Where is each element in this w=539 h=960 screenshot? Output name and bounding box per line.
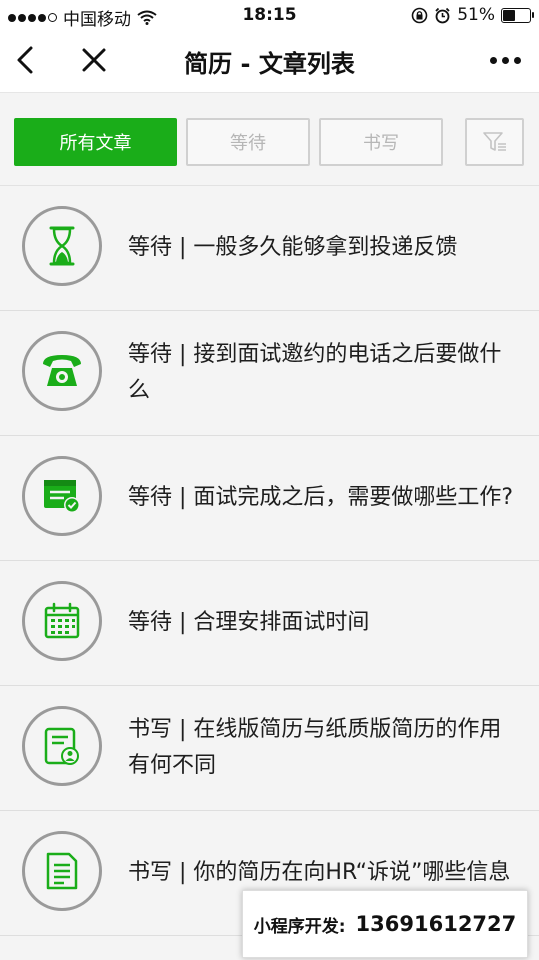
tab-writing[interactable]: 书写 xyxy=(319,118,443,166)
article-title-text: 书写 | 在线版简历与纸质版简历的作用有何不同 xyxy=(128,717,502,778)
contact-label: 小程序开发: xyxy=(253,916,346,937)
article-title-text: 等待 | 接到面试邀约的电话之后要做什么 xyxy=(128,342,502,403)
article-title: 等待 | 合理安排面试时间 xyxy=(128,561,519,685)
filter-button[interactable] xyxy=(465,118,524,166)
contact-banner: 小程序开发: 13691612727 xyxy=(242,890,528,958)
list-item[interactable]: 书写 | 在线版简历与纸质版简历的作用有何不同 xyxy=(0,686,539,811)
status-right: 51% xyxy=(411,5,534,25)
page-title: 简历 - 文章列表 xyxy=(184,50,355,78)
more-dot-icon xyxy=(501,56,509,64)
battery-fill xyxy=(503,9,516,21)
alarm-icon xyxy=(435,7,450,23)
list-item[interactable]: 等待 | 一般多久能够拿到投递反馈 xyxy=(0,186,539,311)
icon-ring xyxy=(22,706,102,786)
calendar-icon xyxy=(44,602,80,639)
navigation-bar: 简历 - 文章列表 xyxy=(0,30,539,93)
icon-ring xyxy=(22,456,102,536)
list-item[interactable]: 等待 | 合理安排面试时间 xyxy=(0,561,539,686)
contact-phone: 13691612727 xyxy=(355,912,517,936)
hourglass-icon xyxy=(49,226,75,266)
battery-icon xyxy=(501,7,534,23)
filter-bar: 所有文章 等待 书写 xyxy=(0,93,539,186)
article-title-text: 等待 | 合理安排面试时间 xyxy=(128,610,370,635)
filter-icon xyxy=(482,132,506,151)
more-dot-icon xyxy=(513,56,521,64)
icon-ring xyxy=(22,331,102,411)
battery-percent: 51% xyxy=(457,5,495,25)
list-item[interactable]: 等待 | 面试完成之后，需要做哪些工作? xyxy=(0,436,539,561)
list-item[interactable]: 等待 | 接到面试邀约的电话之后要做什么 xyxy=(0,311,539,436)
article-list: 等待 | 一般多久能够拿到投递反馈 等待 | 接到面试邀约的电话之后要做什么 等… xyxy=(0,186,539,936)
tab-all-articles[interactable]: 所有文章 xyxy=(14,118,177,166)
task-check-icon xyxy=(44,480,80,513)
article-title-text: 等待 | 面试完成之后，需要做哪些工作? xyxy=(128,485,514,510)
icon-ring xyxy=(22,831,102,911)
resume-icon xyxy=(44,727,79,765)
icon-ring xyxy=(22,581,102,661)
article-title: 等待 | 接到面试邀约的电话之后要做什么 xyxy=(128,311,519,435)
status-bar: 中国移动 18:15 51% xyxy=(0,0,539,30)
icon-ring xyxy=(22,206,102,286)
more-button[interactable] xyxy=(487,46,523,74)
article-title: 等待 | 面试完成之后，需要做哪些工作? xyxy=(128,436,519,560)
more-dot-icon xyxy=(489,56,497,64)
tab-waiting[interactable]: 等待 xyxy=(186,118,310,166)
article-title-text: 等待 | 一般多久能够拿到投递反馈 xyxy=(128,235,458,260)
article-title: 书写 | 在线版简历与纸质版简历的作用有何不同 xyxy=(128,686,519,810)
article-title-text: 书写 | 你的简历在向HR“诉说”哪些信息 xyxy=(128,860,511,885)
telephone-icon xyxy=(43,355,81,386)
article-title: 等待 | 一般多久能够拿到投递反馈 xyxy=(128,186,519,310)
rotation-lock-icon xyxy=(411,7,428,23)
document-icon xyxy=(46,852,78,890)
